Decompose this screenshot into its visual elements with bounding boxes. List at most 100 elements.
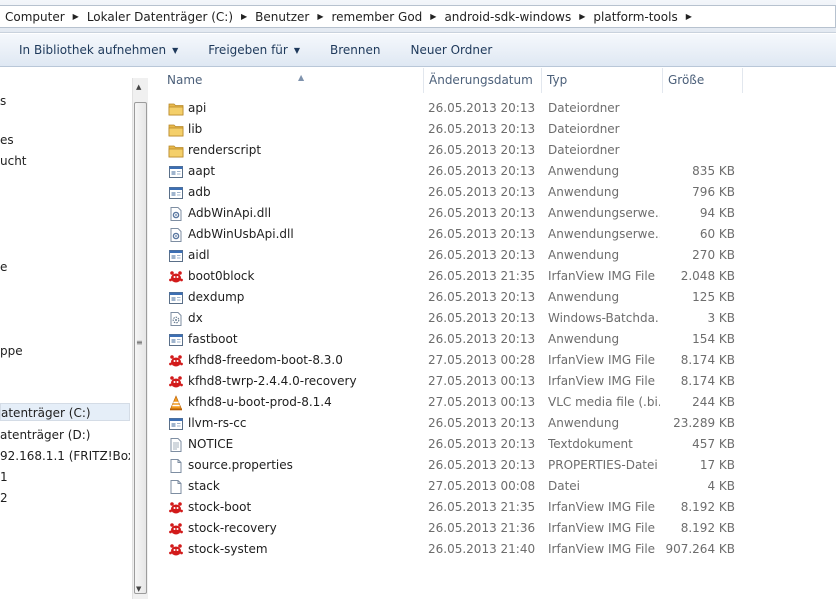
file-row[interactable]: aidl 26.05.2013 20:13 Anwendung 270 KB (149, 245, 836, 266)
file-size (663, 119, 735, 140)
folder-icon (168, 101, 184, 117)
navigation-scrollbar[interactable]: ▲ ≡ ▼ (132, 78, 148, 599)
nav-item[interactable]: ppe (0, 342, 23, 360)
file-name: AdbWinApi.dll (188, 206, 272, 220)
file-size: 796 KB (692, 185, 735, 199)
file-row[interactable]: lib 26.05.2013 20:13 Dateiordner (149, 119, 836, 140)
breadcrumb-item[interactable]: platform-tools ▶ (588, 10, 694, 24)
file-date: 26.05.2013 20:13 (428, 227, 536, 241)
file-row[interactable]: stock-boot 26.05.2013 21:35 IrfanView IMG … (149, 497, 836, 518)
file-row[interactable]: NOTICE 26.05.2013 20:13 Textdokument 457 KB (149, 434, 836, 455)
nav-item[interactable]: 1 (0, 468, 8, 486)
chevron-right-icon[interactable]: ▶ (683, 12, 695, 21)
nav-item[interactable]: 92.168.1.1 (FRITZ!Box)) (0, 447, 130, 465)
file-row[interactable]: AdbWinApi.dll 26.05.2013 20:13 Anwendungse… (149, 203, 836, 224)
application-icon (168, 332, 184, 348)
file-row[interactable]: adb 26.05.2013 20:13 Anwendung 796 KB (149, 182, 836, 203)
application-icon (168, 290, 184, 306)
nav-item[interactable]: ucht (0, 152, 27, 170)
file-size (663, 140, 735, 161)
breadcrumb-item[interactable]: Benutzer ▶ (250, 10, 326, 24)
file-row[interactable]: kfhd8-twrp-2.4.4.0-recovery 27.05.2013 00… (149, 371, 836, 392)
nav-item[interactable]: 2 (0, 489, 8, 507)
application-icon (168, 416, 184, 432)
nav-item[interactable]: atenträger (C:) (0, 403, 130, 421)
file-row[interactable]: source.properties 26.05.2013 20:13 PROPERT… (149, 455, 836, 476)
file-date: 26.05.2013 20:13 (428, 143, 536, 157)
file-name: boot0block (188, 269, 255, 283)
file-name: stock-system (188, 542, 268, 556)
burn-button[interactable]: Brennen (330, 43, 380, 57)
sort-ascending-icon: ▲ (298, 73, 305, 82)
file-row[interactable]: stock-recovery 26.05.2013 21:36 IrfanView … (149, 518, 836, 539)
chevron-down-icon: ▼ (172, 45, 179, 55)
nav-item[interactable]: es (0, 131, 14, 149)
chevron-right-icon[interactable]: ▶ (314, 12, 326, 21)
nav-item[interactable]: e (0, 258, 7, 276)
column-header-name[interactable]: Name ▲ (162, 68, 424, 93)
dll-icon (168, 206, 184, 222)
include-in-library-button[interactable]: In Bibliothek aufnehmen ▼ (19, 43, 178, 57)
file-row[interactable]: api 26.05.2013 20:13 Dateiordner (149, 98, 836, 119)
file-type: Datei (548, 479, 581, 493)
file-size: 94 KB (699, 206, 735, 220)
chevron-right-icon[interactable]: ▶ (70, 12, 82, 21)
file-size: 8.174 KB (680, 353, 735, 367)
irfanview-icon (168, 269, 184, 285)
file-date: 27.05.2013 00:13 (428, 395, 536, 409)
file-type: Textdokument (548, 437, 633, 451)
file-size: 4 KB (707, 479, 735, 493)
application-icon (168, 164, 184, 180)
column-header-type[interactable]: Typ (542, 68, 663, 93)
file-date: 26.05.2013 20:13 (428, 416, 536, 430)
file-name: renderscript (188, 143, 262, 157)
file-row[interactable]: kfhd8-u-boot-prod-8.1.4 27.05.2013 00:13 V… (149, 392, 836, 413)
breadcrumb-item[interactable]: remember God ▶ (326, 10, 439, 24)
file-row[interactable]: renderscript 26.05.2013 20:13 Dateiordner (149, 140, 836, 161)
breadcrumb-item[interactable]: android-sdk-windows ▶ (439, 10, 588, 24)
file-row[interactable]: dexdump 26.05.2013 20:13 Anwendung 125 KB (149, 287, 836, 308)
file-type: IrfanView IMG File (548, 542, 656, 556)
file-row[interactable]: stock-system 26.05.2013 21:40 IrfanView IM… (149, 539, 836, 560)
file-row[interactable]: dx 26.05.2013 20:13 Windows-Batchda... 3 KB (149, 308, 836, 329)
chevron-right-icon[interactable]: ▶ (238, 12, 250, 21)
irfanview-icon (168, 500, 184, 516)
file-size: 2.048 KB (680, 269, 735, 283)
application-icon (168, 185, 184, 201)
chevron-right-icon[interactable]: ▶ (427, 12, 439, 21)
file-row[interactable]: fastboot 26.05.2013 20:13 Anwendung 154 KB (149, 329, 836, 350)
file-type: Anwendung (548, 290, 620, 304)
file-date: 26.05.2013 20:13 (428, 437, 536, 451)
file-row[interactable]: stack 27.05.2013 00:08 Datei 4 KB (149, 476, 836, 497)
file-date: 26.05.2013 20:13 (428, 185, 536, 199)
file-date: 26.05.2013 20:13 (428, 164, 536, 178)
file-name: AdbWinUsbApi.dll (188, 227, 294, 241)
file-row[interactable]: boot0block 26.05.2013 21:35 IrfanView IMG … (149, 266, 836, 287)
file-row[interactable]: kfhd8-freedom-boot-8.3.0 27.05.2013 00:28… (149, 350, 836, 371)
file-size: 23.289 KB (673, 416, 735, 430)
breadcrumb-label: Lokaler Datenträger (C:) (86, 9, 233, 24)
column-header-date[interactable]: Änderungsdatum (424, 68, 542, 93)
folder-icon (168, 143, 184, 159)
scroll-down-icon[interactable]: ▼ (136, 585, 141, 593)
breadcrumb[interactable]: Computer ▶ Lokaler Datenträger (C:) ▶ Benutz… (0, 5, 836, 28)
nav-item[interactable]: atenträger (D:) (0, 426, 90, 444)
file-date: 26.05.2013 20:13 (428, 458, 536, 472)
scrollbar-thumb[interactable] (134, 102, 147, 594)
chevron-right-icon[interactable]: ▶ (576, 12, 588, 21)
grip-icon: ≡ (136, 338, 143, 347)
breadcrumb-item[interactable]: Computer ▶ (0, 10, 82, 24)
file-size: 244 KB (692, 395, 735, 409)
nav-item[interactable]: s (0, 92, 6, 110)
column-header-size[interactable]: Größe (663, 68, 743, 93)
breadcrumb-item[interactable]: Lokaler Datenträger (C:) ▶ (82, 10, 250, 24)
scroll-up-icon[interactable]: ▲ (136, 83, 141, 91)
file-row[interactable]: llvm-rs-cc 26.05.2013 20:13 Anwendung 23.28… (149, 413, 836, 434)
new-folder-button[interactable]: Neuer Ordner (410, 43, 492, 57)
file-row[interactable]: aapt 26.05.2013 20:13 Anwendung 835 KB (149, 161, 836, 182)
command-bar: In Bibliothek aufnehmen ▼ Freigeben für … (0, 34, 836, 67)
file-date: 26.05.2013 20:13 (428, 101, 536, 115)
column-name-label: Name (167, 73, 203, 87)
share-with-button[interactable]: Freigeben für ▼ (208, 43, 300, 57)
file-row[interactable]: AdbWinUsbApi.dll 26.05.2013 20:13 Anwendun… (149, 224, 836, 245)
